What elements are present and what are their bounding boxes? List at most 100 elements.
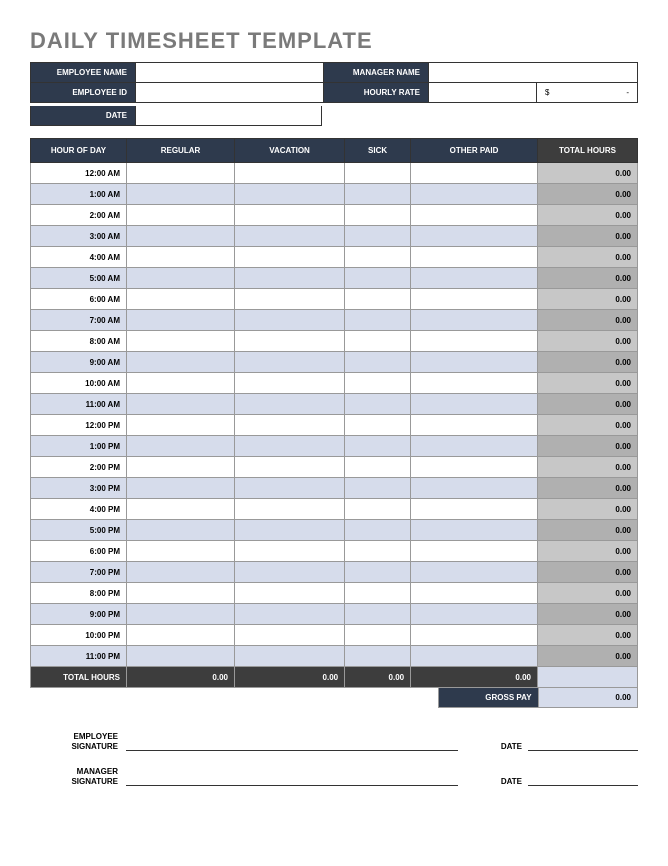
sick-cell[interactable] [345, 478, 411, 499]
vacation-cell[interactable] [234, 310, 344, 331]
vacation-cell[interactable] [234, 415, 344, 436]
vacation-cell[interactable] [234, 352, 344, 373]
regular-cell[interactable] [127, 331, 235, 352]
vacation-cell[interactable] [234, 583, 344, 604]
regular-cell[interactable] [127, 289, 235, 310]
manager-name-field[interactable] [429, 63, 637, 83]
regular-cell[interactable] [127, 163, 235, 184]
vacation-cell[interactable] [234, 184, 344, 205]
employee-name-field[interactable] [136, 63, 324, 83]
sick-cell[interactable] [345, 604, 411, 625]
other-cell[interactable] [411, 247, 538, 268]
regular-cell[interactable] [127, 352, 235, 373]
sick-cell[interactable] [345, 373, 411, 394]
vacation-cell[interactable] [234, 625, 344, 646]
sick-cell[interactable] [345, 415, 411, 436]
vacation-cell[interactable] [234, 394, 344, 415]
other-cell[interactable] [411, 520, 538, 541]
regular-cell[interactable] [127, 394, 235, 415]
regular-cell[interactable] [127, 373, 235, 394]
regular-cell[interactable] [127, 646, 235, 667]
regular-cell[interactable] [127, 226, 235, 247]
sick-cell[interactable] [345, 646, 411, 667]
sick-cell[interactable] [345, 625, 411, 646]
sick-cell[interactable] [345, 352, 411, 373]
sick-cell[interactable] [345, 205, 411, 226]
employee-signature-line[interactable] [126, 737, 458, 751]
sick-cell[interactable] [345, 541, 411, 562]
vacation-cell[interactable] [234, 268, 344, 289]
vacation-cell[interactable] [234, 247, 344, 268]
hourly-rate-field[interactable]: $ - [537, 83, 637, 102]
sick-cell[interactable] [345, 499, 411, 520]
vacation-cell[interactable] [234, 226, 344, 247]
manager-sig-date-line[interactable] [528, 772, 638, 786]
other-cell[interactable] [411, 499, 538, 520]
vacation-cell[interactable] [234, 205, 344, 226]
other-cell[interactable] [411, 331, 538, 352]
other-cell[interactable] [411, 415, 538, 436]
other-cell[interactable] [411, 352, 538, 373]
other-cell[interactable] [411, 373, 538, 394]
manager-signature-line[interactable] [126, 772, 458, 786]
regular-cell[interactable] [127, 604, 235, 625]
other-cell[interactable] [411, 289, 538, 310]
other-cell[interactable] [411, 205, 538, 226]
employee-sig-date-line[interactable] [528, 737, 638, 751]
date-field[interactable] [136, 106, 321, 125]
other-cell[interactable] [411, 541, 538, 562]
sick-cell[interactable] [345, 247, 411, 268]
other-cell[interactable] [411, 625, 538, 646]
sick-cell[interactable] [345, 289, 411, 310]
employee-id-field[interactable] [136, 83, 324, 102]
other-cell[interactable] [411, 310, 538, 331]
other-cell[interactable] [411, 184, 538, 205]
regular-cell[interactable] [127, 562, 235, 583]
sick-cell[interactable] [345, 163, 411, 184]
sick-cell[interactable] [345, 520, 411, 541]
regular-cell[interactable] [127, 583, 235, 604]
sick-cell[interactable] [345, 583, 411, 604]
regular-cell[interactable] [127, 499, 235, 520]
vacation-cell[interactable] [234, 331, 344, 352]
regular-cell[interactable] [127, 415, 235, 436]
vacation-cell[interactable] [234, 373, 344, 394]
regular-cell[interactable] [127, 625, 235, 646]
regular-cell[interactable] [127, 247, 235, 268]
regular-cell[interactable] [127, 520, 235, 541]
regular-cell[interactable] [127, 268, 235, 289]
other-cell[interactable] [411, 457, 538, 478]
sick-cell[interactable] [345, 457, 411, 478]
vacation-cell[interactable] [234, 163, 344, 184]
vacation-cell[interactable] [234, 604, 344, 625]
other-cell[interactable] [411, 562, 538, 583]
other-cell[interactable] [411, 604, 538, 625]
regular-cell[interactable] [127, 541, 235, 562]
other-cell[interactable] [411, 163, 538, 184]
vacation-cell[interactable] [234, 289, 344, 310]
vacation-cell[interactable] [234, 478, 344, 499]
sick-cell[interactable] [345, 436, 411, 457]
other-cell[interactable] [411, 436, 538, 457]
vacation-cell[interactable] [234, 499, 344, 520]
vacation-cell[interactable] [234, 436, 344, 457]
regular-cell[interactable] [127, 184, 235, 205]
sick-cell[interactable] [345, 226, 411, 247]
vacation-cell[interactable] [234, 520, 344, 541]
vacation-cell[interactable] [234, 541, 344, 562]
other-cell[interactable] [411, 583, 538, 604]
sick-cell[interactable] [345, 331, 411, 352]
regular-cell[interactable] [127, 478, 235, 499]
regular-cell[interactable] [127, 205, 235, 226]
other-cell[interactable] [411, 226, 538, 247]
other-cell[interactable] [411, 478, 538, 499]
vacation-cell[interactable] [234, 457, 344, 478]
sick-cell[interactable] [345, 184, 411, 205]
other-cell[interactable] [411, 646, 538, 667]
other-cell[interactable] [411, 268, 538, 289]
vacation-cell[interactable] [234, 646, 344, 667]
vacation-cell[interactable] [234, 562, 344, 583]
sick-cell[interactable] [345, 562, 411, 583]
regular-cell[interactable] [127, 436, 235, 457]
sick-cell[interactable] [345, 268, 411, 289]
